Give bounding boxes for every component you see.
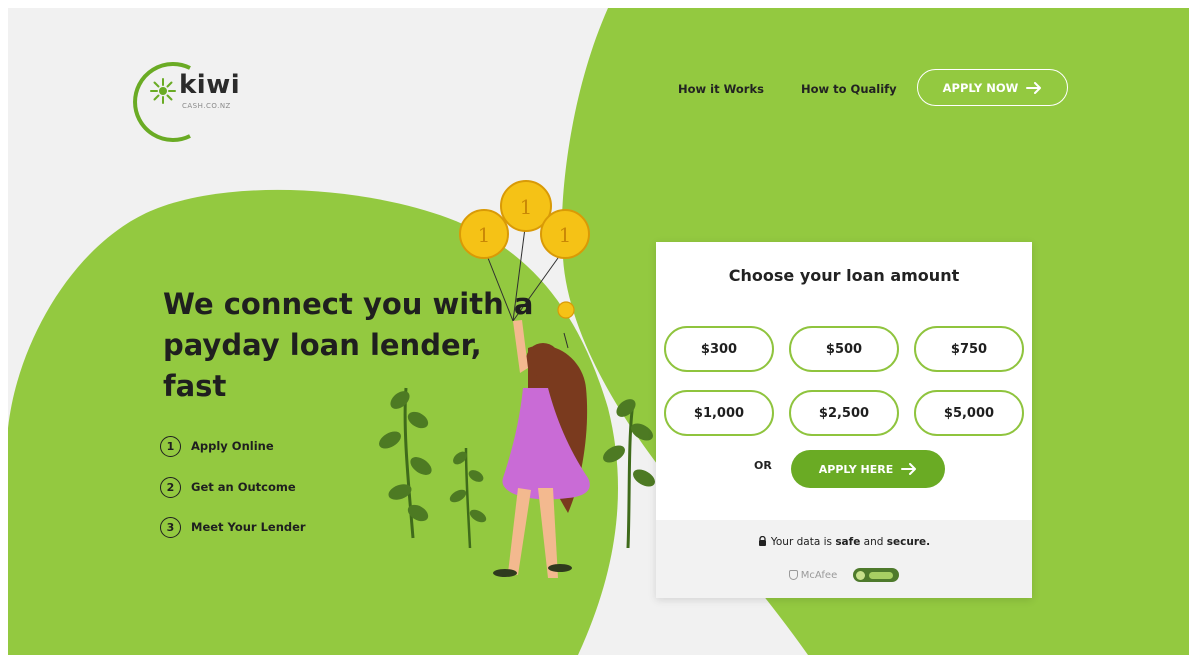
mcafee-shield-icon [788,570,798,580]
nav-how-to-qualify[interactable]: How to Qualify [801,82,897,96]
coin-left: 1 [459,209,509,259]
step-label: Meet Your Lender [191,520,306,534]
card-footer: Your data is safe and secure. McAfee [656,520,1032,598]
or-label: OR [754,459,772,472]
page: 1 1 1 kiwi CASH.CO.NZ How it Works How t… [8,8,1189,655]
hero-headline: We connect you with a payday loan lender… [163,284,563,407]
secure-notice: Your data is safe and secure. [656,535,1032,548]
headline-line-1: We connect you with a [163,287,534,321]
headline-line-3: fast [163,369,227,403]
secure-secure: secure. [886,536,931,548]
amount-300-button[interactable]: $300 [664,326,774,372]
mcafee-badge: McAfee [788,569,838,581]
trust-badges: McAfee [656,568,1032,582]
step-number: 3 [160,516,181,538]
step-number: 2 [160,476,181,498]
arrow-right-icon [1026,81,1042,94]
coin-mark: 1 [478,223,491,247]
step-label: Get an Outcome [191,480,296,494]
apply-here-label: APPLY HERE [818,462,894,476]
secure-badge-icon [853,568,900,582]
card-title: Choose your loan amount [728,266,960,285]
apply-here-button[interactable]: APPLY HERE [791,450,945,488]
logo-wordmark: kiwi [179,70,241,100]
nav-how-it-works[interactable]: How it Works [678,82,764,96]
coin-mark: 1 [559,223,572,247]
lock-icon [758,535,766,546]
step-label: Apply Online [191,439,274,453]
arrow-right-icon [901,463,917,475]
mcafee-label: McAfee [800,569,838,581]
step-2: 2 Get an Outcome [160,474,296,500]
amount-1000-button[interactable]: $1,000 [664,390,774,436]
apply-now-button[interactable]: APPLY NOW [917,69,1068,106]
amount-2500-button[interactable]: $2,500 [789,390,899,436]
secure-prefix: Your data is [770,536,836,548]
loan-amount-card: Choose your loan amount $300 $500 $750 $… [656,242,1032,598]
step-1: 1 Apply Online [160,433,274,459]
logo-domain: CASH.CO.NZ [182,102,231,110]
headline-line-2: payday loan lender, [163,328,482,362]
secure-safe: safe [835,536,861,548]
amount-500-button[interactable]: $500 [789,326,899,372]
amount-750-button[interactable]: $750 [914,326,1024,372]
apply-now-label: APPLY NOW [942,80,1019,95]
secure-and: and [860,536,887,548]
coin-right: 1 [540,209,590,259]
amount-5000-button[interactable]: $5,000 [914,390,1024,436]
kiwi-sunburst-icon [150,78,176,104]
coin-mark: 1 [520,195,533,219]
step-number: 1 [160,435,181,457]
logo[interactable]: kiwi CASH.CO.NZ [142,62,272,142]
coin-balloons: 1 1 1 [459,180,590,259]
step-3: 3 Meet Your Lender [160,514,306,540]
